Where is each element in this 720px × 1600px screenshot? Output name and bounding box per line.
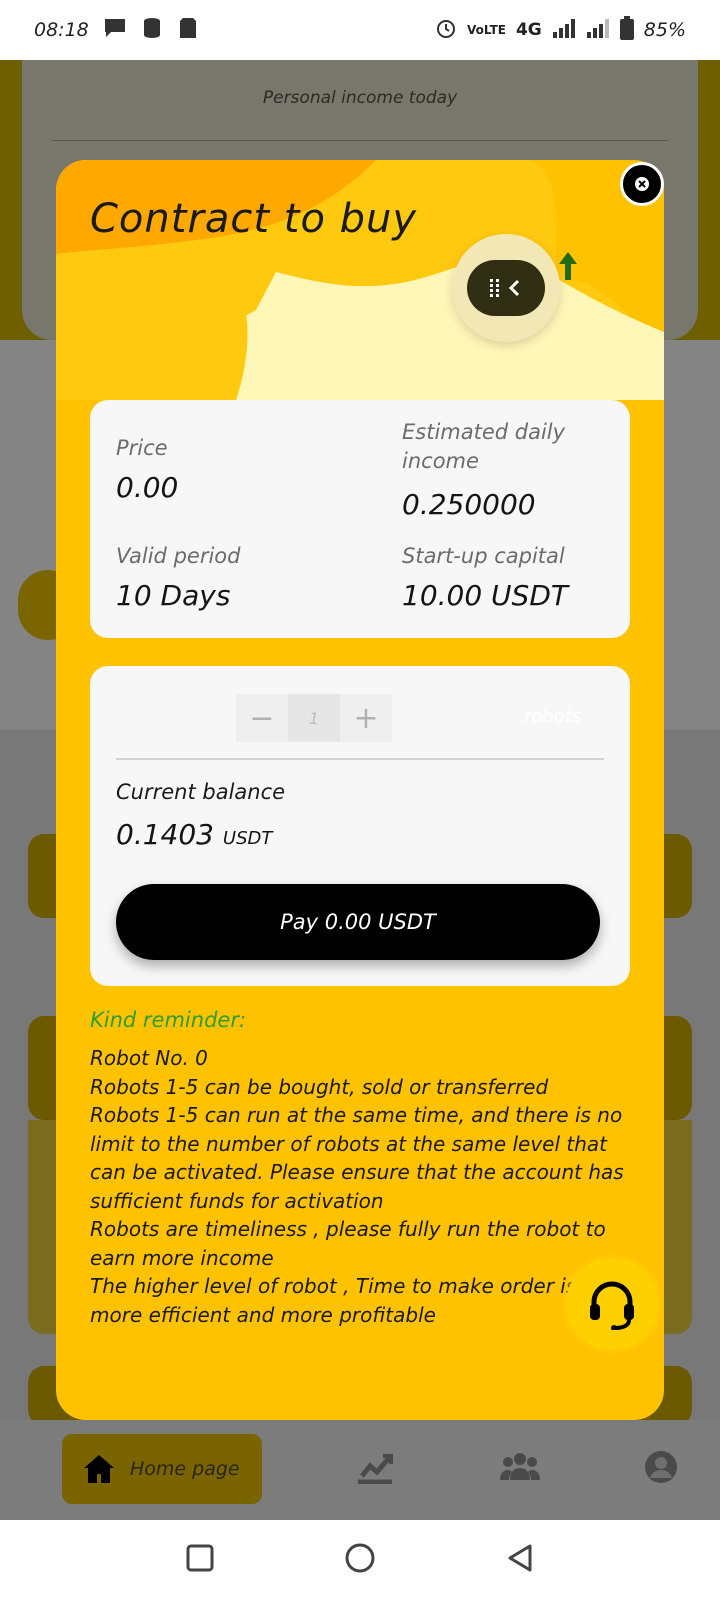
quantity-stepper: − 1 + [236, 694, 392, 742]
daily-income-label: Estimated daily income [402, 420, 566, 473]
system-nav [0, 1520, 720, 1600]
balance-value-row: 0.1403 USDT [116, 818, 272, 851]
robot-face-icon [490, 279, 520, 297]
period-cell: Valid period 10 Days [116, 542, 240, 612]
contract-info-card: Price 0.00 Estimated daily income 0.2500… [90, 400, 630, 638]
daily-income-cell: Estimated daily income 0.250000 [402, 418, 612, 521]
reminder-line: Robots 1-5 can be bought, sold or transf… [90, 1074, 549, 1099]
battery-percent: 85% [643, 19, 686, 41]
modal-header: Contract to buy [56, 160, 664, 400]
close-button[interactable] [620, 162, 664, 206]
signal-icon [552, 18, 576, 43]
period-label: Valid period [116, 544, 241, 568]
reminder-line: Robots are timeliness , please fully run… [90, 1217, 606, 1270]
volte-icon: VoLTE [467, 23, 506, 37]
recents-icon[interactable] [185, 1543, 215, 1577]
nav-home-label: Home page [130, 1458, 240, 1480]
daily-income-value: 0.250000 [402, 488, 536, 521]
reminder-title: Kind reminder: [90, 1008, 247, 1032]
alarm-icon [435, 17, 457, 44]
decrement-button[interactable]: − [236, 694, 288, 742]
database-icon [141, 16, 165, 45]
reminder-text: Robot No. 0 Robots 1-5 can be bought, so… [90, 1044, 630, 1329]
bottom-nav: Home page [0, 1420, 720, 1520]
sim-card-icon [179, 17, 197, 44]
status-time: 08:18 [34, 19, 89, 41]
profile-icon [645, 1451, 677, 1483]
nav-chart[interactable] [356, 1450, 394, 1488]
back-icon[interactable] [505, 1543, 535, 1577]
home-icon [84, 1455, 114, 1483]
modal-title: Contract to buy [90, 196, 418, 242]
quantity-unit: robots [524, 706, 582, 727]
robot-avatar [452, 234, 560, 342]
nav-home[interactable]: Home page [62, 1434, 262, 1504]
nav-team[interactable] [500, 1450, 540, 1486]
divider [52, 140, 668, 141]
purchase-card: − 1 + robots Current balance 0.1403 USDT… [90, 666, 630, 986]
quantity-input[interactable]: 1 [288, 694, 340, 742]
capital-value: 10.00 USDT [402, 579, 568, 612]
status-bar: 08:18 VoLTE 4G 85% [0, 0, 720, 60]
reminder-line: The higher level of robot , Time to make… [90, 1274, 577, 1327]
team-icon [500, 1453, 540, 1480]
divider [116, 758, 604, 760]
price-cell: Price 0.00 [116, 434, 178, 504]
signal-icon-2 [586, 18, 610, 43]
capital-label: Start-up capital [402, 544, 565, 568]
chart-icon [358, 1454, 393, 1485]
reminder-line: Robots 1-5 can run at the same time, and… [90, 1103, 624, 1213]
close-icon [635, 177, 649, 191]
balance-label: Current balance [116, 780, 286, 804]
message-icon [103, 17, 127, 44]
price-label: Price [116, 436, 168, 460]
contract-modal: Contract to buy Price 0.00 Estimated dai… [56, 160, 664, 1420]
balance-value: 0.1403 [116, 818, 214, 851]
personal-income-label: Personal income today [262, 88, 458, 108]
price-value: 0.00 [116, 471, 179, 504]
reminder-line: Robot No. 0 [90, 1046, 208, 1070]
period-value: 10 Days [116, 579, 231, 612]
headset-icon [590, 1281, 634, 1330]
balance-unit: USDT [222, 828, 273, 849]
nav-profile[interactable] [644, 1450, 678, 1488]
home-circle-icon[interactable] [344, 1542, 376, 1578]
network-type: 4G [515, 20, 542, 40]
arrow-up-icon [559, 252, 577, 280]
battery-icon [619, 15, 634, 45]
customer-support-button[interactable] [566, 1258, 658, 1350]
capital-cell: Start-up capital 10.00 USDT [402, 542, 568, 612]
increment-button[interactable]: + [340, 694, 392, 742]
pay-button[interactable]: Pay 0.00 USDT [116, 884, 600, 960]
